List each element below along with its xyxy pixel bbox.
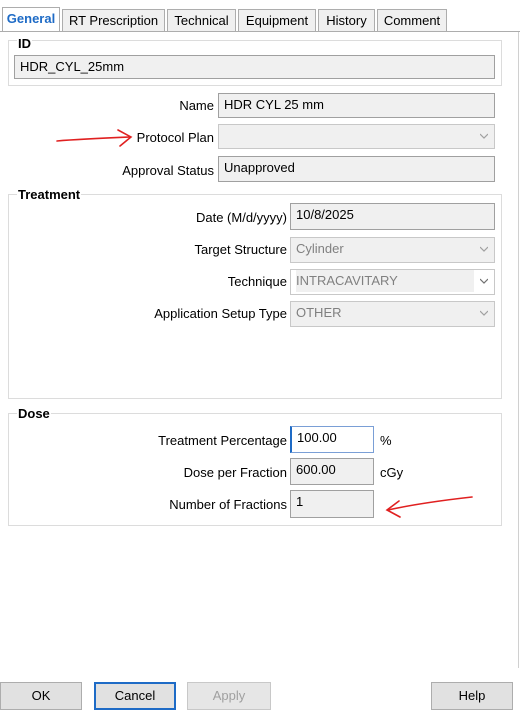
target-structure-label: Target Structure — [194, 242, 288, 257]
chevron-down-icon — [480, 133, 488, 139]
chevron-down-icon — [480, 246, 488, 252]
approval-status-field[interactable]: Unapproved — [218, 156, 495, 182]
name-label: Name — [179, 98, 214, 113]
protocol-plan-label: Protocol Plan — [136, 130, 214, 145]
number-of-fractions-label: Number of Fractions — [169, 497, 287, 512]
dose-group-title: Dose — [17, 406, 51, 421]
tab-general[interactable]: General — [2, 7, 60, 32]
tab-comment[interactable]: Comment — [377, 9, 447, 32]
protocol-plan-dropdown[interactable] — [218, 124, 495, 149]
technique-label: Technique — [227, 274, 287, 289]
dose-per-fraction-field[interactable]: 600.00 — [290, 458, 374, 485]
treatment-group-title: Treatment — [17, 187, 82, 202]
application-setup-type-dropdown[interactable]: OTHER — [290, 301, 495, 327]
tab-rt-prescription[interactable]: RT Prescription — [62, 9, 165, 32]
tab-history[interactable]: History — [318, 9, 375, 32]
id-group-title: ID — [17, 36, 32, 51]
ok-button[interactable]: OK — [0, 682, 82, 710]
help-button[interactable]: Help — [431, 682, 513, 710]
dose-unit: cGy — [380, 465, 404, 480]
tab-bar: General RT Prescription Technical Equipm… — [0, 0, 520, 32]
target-structure-value: Cylinder — [296, 241, 344, 256]
technique-value: INTRACAVITARY — [296, 270, 474, 292]
approval-status-label: Approval Status — [122, 163, 214, 178]
apply-button[interactable]: Apply — [187, 682, 271, 710]
treatment-percentage-label: Treatment Percentage — [158, 433, 287, 448]
date-field[interactable]: 10/8/2025 — [290, 203, 495, 230]
tab-equipment[interactable]: Equipment — [238, 9, 316, 32]
chevron-down-icon — [480, 278, 488, 284]
date-label: Date (M/d/yyyy) — [195, 210, 287, 225]
number-of-fractions-field[interactable]: 1 — [290, 490, 374, 518]
application-setup-type-label: Application Setup Type — [154, 306, 287, 321]
target-structure-dropdown[interactable]: Cylinder — [290, 237, 495, 263]
id-field[interactable]: HDR_CYL_25mm — [14, 55, 495, 79]
dose-per-fraction-label: Dose per Fraction — [183, 465, 287, 480]
tab-technical[interactable]: Technical — [167, 9, 236, 32]
chevron-down-icon — [480, 310, 488, 316]
treatment-percentage-input[interactable]: 100.00 — [290, 426, 374, 453]
technique-dropdown[interactable]: INTRACAVITARY — [290, 269, 495, 295]
cancel-button[interactable]: Cancel — [94, 682, 176, 710]
name-field[interactable]: HDR CYL 25 mm — [218, 93, 495, 118]
application-setup-type-value: OTHER — [296, 305, 342, 320]
percentage-unit: % — [380, 433, 392, 448]
